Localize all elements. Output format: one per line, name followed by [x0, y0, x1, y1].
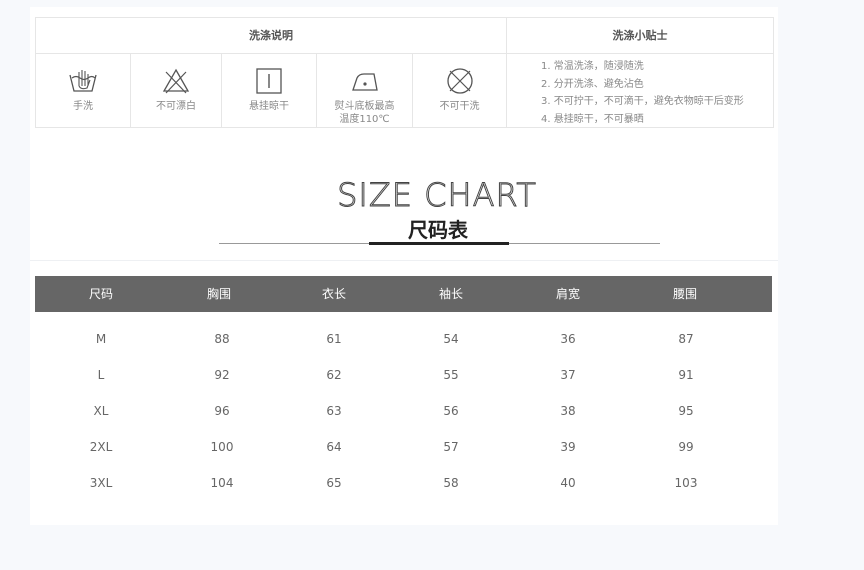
care-cell-no-bleach: 不可漂白 — [131, 54, 222, 127]
table-cell: XL — [93, 404, 109, 418]
table-cell: 63 — [326, 404, 342, 418]
table-cell: 37 — [560, 368, 576, 382]
table-cell: 57 — [443, 440, 459, 454]
care-header-instructions: 洗涤说明 — [36, 18, 507, 53]
iron-icon — [351, 73, 378, 91]
table-row: 2XL 100 64 57 39 99 — [35, 429, 772, 465]
care-label-hang-dry: 悬挂晾干 — [249, 101, 289, 112]
care-cell-hand-wash: 手洗 — [36, 54, 131, 127]
size-column-header: 尺码 — [88, 287, 113, 301]
table-cell: 65 — [326, 476, 342, 490]
care-cell-hang-dry: 悬挂晾干 — [222, 54, 317, 127]
table-row: 3XL 104 65 58 40 103 — [35, 465, 772, 501]
size-chart-subtitle: 尺码表 — [408, 218, 468, 242]
care-tip: 3. 不可拧干，不可滴干，避免衣物晾干后变形 — [541, 96, 744, 107]
table-cell: L — [97, 368, 105, 382]
care-label-no-bleach: 不可漂白 — [156, 101, 196, 112]
table-cell: 103 — [674, 476, 698, 490]
table-cell: 40 — [560, 476, 576, 490]
care-tip: 2. 分开洗涤、避免沾色 — [541, 78, 644, 90]
table-row: M 88 61 54 36 87 — [35, 321, 772, 357]
table-cell: 91 — [678, 368, 694, 382]
table-cell: 61 — [326, 332, 342, 346]
table-cell: 88 — [214, 332, 230, 346]
table-row: L 92 62 55 37 91 — [35, 357, 772, 393]
care-cell-iron: 熨斗底板最高温度110℃ — [317, 54, 413, 127]
care-label-iron: 熨斗底板最高温度110℃ — [334, 101, 395, 125]
table-cell: 87 — [678, 332, 694, 346]
table-cell: 92 — [214, 368, 230, 382]
table-cell: 96 — [214, 404, 230, 418]
care-tip: 1. 常温洗涤，随浸随洗 — [541, 61, 644, 72]
table-cell: 39 — [560, 440, 576, 454]
care-instructions-table: 洗涤说明 洗涤小贴士 手洗 不可漂白 悬挂晾干 熨斗底板最高温度110℃ 不可干… — [35, 17, 774, 128]
table-cell: 58 — [443, 476, 459, 490]
table-cell: 99 — [678, 440, 694, 454]
size-column-header: 腰围 — [672, 287, 697, 301]
table-cell: 56 — [443, 404, 459, 418]
size-column-header: 袖长 — [438, 287, 463, 301]
table-row: XL 96 63 56 38 95 — [35, 393, 772, 429]
table-cell: 36 — [560, 332, 576, 346]
size-table-header: 尺码 胸围 衣长 袖长 肩宽 腰围 — [35, 276, 772, 312]
hand-wash-icon — [69, 70, 97, 92]
table-cell: 54 — [443, 332, 459, 346]
no-bleach-icon — [162, 68, 190, 94]
care-cell-no-dry-clean: 不可干洗 — [413, 54, 507, 127]
table-cell: 100 — [210, 440, 234, 454]
title-underline-accent — [369, 242, 509, 245]
no-dry-clean-icon — [446, 68, 473, 94]
table-cell: 95 — [678, 404, 694, 418]
table-cell: 38 — [560, 404, 576, 418]
care-header-tips: 洗涤小贴士 — [612, 29, 668, 42]
care-tips-list: 1. 常温洗涤，随浸随洗 2. 分开洗涤、避免沾色 3. 不可拧干，不可滴干，避… — [541, 58, 807, 128]
size-column-header: 肩宽 — [555, 287, 580, 301]
table-cell: 3XL — [89, 476, 113, 490]
table-cell: 64 — [326, 440, 342, 454]
table-cell: 2XL — [89, 440, 113, 454]
table-cell: 62 — [326, 368, 342, 382]
table-cell: 104 — [210, 476, 234, 490]
section-divider — [30, 260, 778, 261]
care-table-header: 洗涤说明 洗涤小贴士 — [36, 18, 773, 54]
size-chart-title: SIZE CHART — [337, 176, 537, 215]
size-column-header: 衣长 — [321, 287, 346, 301]
care-tip: 4. 悬挂晾干，不可暴晒 — [541, 113, 644, 125]
table-cell: 55 — [443, 368, 459, 382]
hang-dry-icon — [256, 68, 282, 94]
care-label-no-dry-clean: 不可干洗 — [439, 101, 480, 112]
table-cell: M — [95, 332, 107, 346]
size-column-header: 胸围 — [206, 287, 231, 301]
care-label-hand-wash: 手洗 — [73, 101, 93, 112]
